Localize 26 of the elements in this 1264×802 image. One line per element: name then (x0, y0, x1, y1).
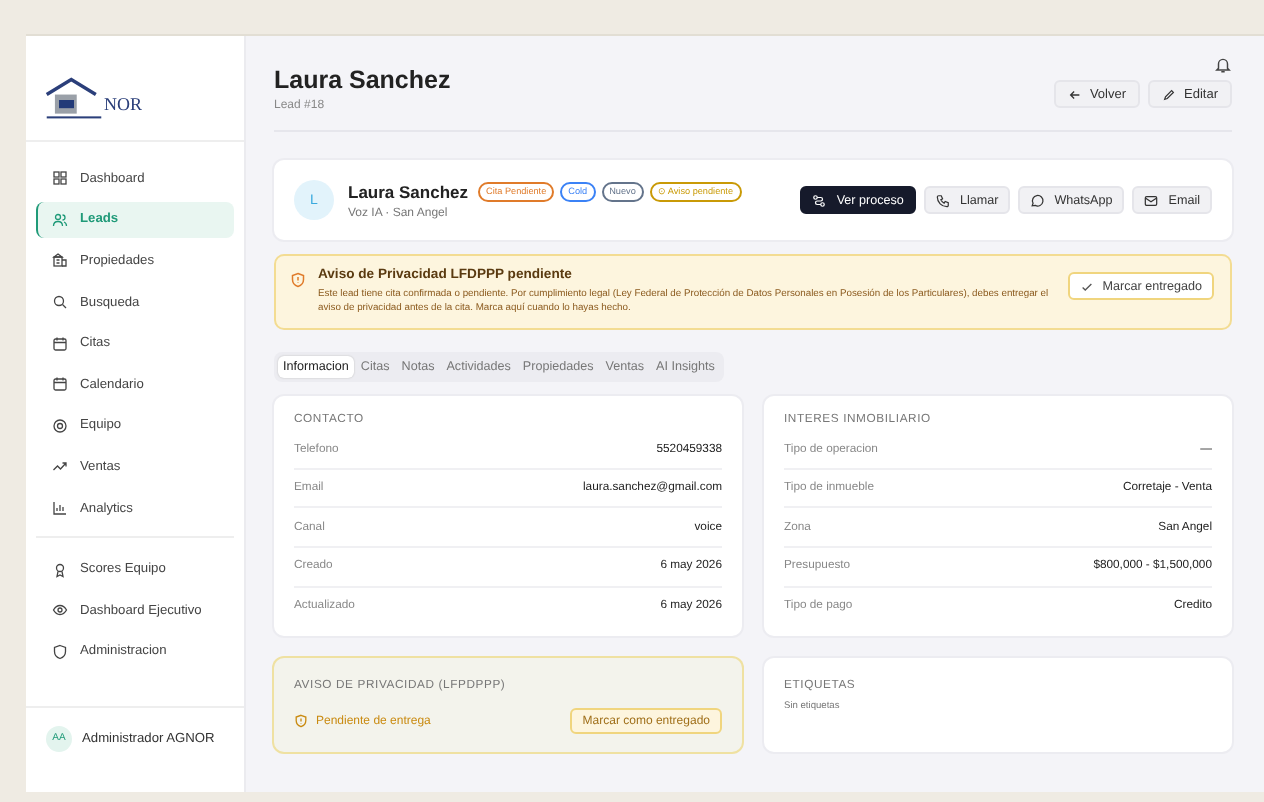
calendar-icon (52, 376, 68, 393)
lead-name: Laura Sanchez (348, 181, 468, 201)
trend-line-icon (52, 458, 68, 475)
page-title: Laura Sanchez (274, 66, 451, 94)
grid-icon (52, 170, 68, 187)
pencil-icon (1162, 87, 1177, 101)
shield-alert-icon (290, 272, 306, 288)
search-icon (52, 294, 68, 311)
bell-icon[interactable] (1214, 56, 1232, 74)
house-logo-icon (44, 76, 104, 124)
mail-icon (1144, 193, 1159, 207)
logo-text: NOR (104, 94, 143, 114)
check-icon (1080, 279, 1095, 293)
users-icon (52, 211, 68, 228)
medal-icon (52, 561, 68, 578)
building-icon (52, 252, 68, 269)
eye-icon (52, 602, 68, 619)
phone-icon (935, 193, 950, 207)
target-icon (52, 417, 68, 434)
shield-icon (52, 643, 68, 660)
shield-alert-icon (294, 714, 308, 729)
bar-chart-icon (52, 500, 68, 517)
chat-bubble-icon (1030, 193, 1045, 207)
arrow-left-icon (1067, 87, 1082, 101)
flow-icon (812, 193, 827, 207)
calendar-icon (52, 335, 68, 352)
